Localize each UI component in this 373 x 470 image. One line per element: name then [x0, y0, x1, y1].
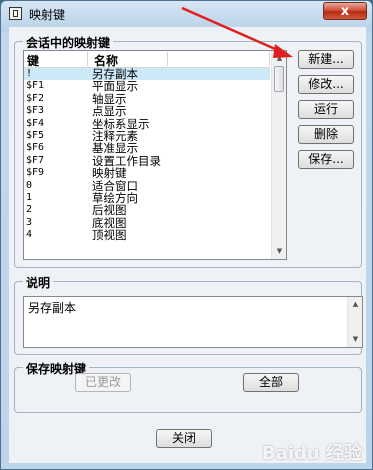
mapkey-key: $F2 [26, 92, 45, 104]
mapkey-key: 4 [26, 229, 33, 241]
close-button[interactable]: 关闭 [156, 429, 212, 448]
window-title: 映射键 [29, 8, 66, 22]
dialog-body: 会话中的映射键 键 名称 ! 另存副本 $F1 平面显示 $F2 轴显示 $F3 点显示 $F4… [9, 27, 366, 463]
column-header-key[interactable]: 键 [24, 52, 88, 68]
list-rows: ! 另存副本 $F1 平面显示 $F2 轴显示 $F3 点显示 $F4 坐标系显示 $F5 注释元素 $… [24, 68, 270, 241]
session-mapkeys-legend: 会话中的映射键 [23, 34, 114, 51]
list-item[interactable]: 3 底视图 [24, 216, 270, 229]
save-mapkeys-group: 保存映射键 [14, 360, 362, 413]
delete-button[interactable]: 删除 [298, 125, 354, 144]
save-button[interactable]: 保存... [298, 150, 354, 169]
app-icon [9, 7, 22, 20]
description-text: 另存副本 [28, 301, 77, 315]
mapkey-name: 基准显示 [92, 141, 138, 156]
column-header-extra[interactable] [168, 52, 270, 66]
mapkey-key: $F9 [26, 167, 45, 179]
mapkey-key: 3 [26, 216, 33, 228]
scroll-thumb[interactable] [274, 66, 284, 92]
list-item[interactable]: ! 另存副本 [24, 68, 270, 80]
mapkey-name: 平面显示 [92, 79, 138, 94]
list-item[interactable]: $F2 轴显示 [24, 92, 270, 105]
mapkey-key: 1 [26, 191, 33, 203]
description-legend: 说明 [23, 274, 54, 291]
description-scrollbar[interactable]: ▲ ▼ [347, 297, 362, 347]
mapkey-key: $F6 [26, 142, 45, 154]
title-bar: 映射键 x [1, 1, 372, 27]
mapkeys-window: 映射键 x 会话中的映射键 键 名称 ! 另存副本 $F1 平面显示 $F2 轴显示 $F3… [0, 0, 373, 470]
mapkey-key: ! [26, 68, 33, 79]
baidu-watermark: Baidu 经验 [261, 443, 362, 464]
mapkey-key: $F7 [26, 154, 45, 166]
list-item[interactable]: $F7 设置工作目录 [24, 154, 270, 167]
all-button[interactable]: 全部 [243, 373, 299, 392]
modify-button[interactable]: 修改... [298, 75, 354, 94]
list-item[interactable]: 4 顶视图 [24, 228, 270, 243]
column-header-name[interactable]: 名称 [88, 52, 168, 68]
mapkey-key: $F4 [26, 117, 45, 129]
new-button[interactable]: 新建... [298, 50, 354, 69]
close-window-button[interactable]: x [323, 2, 367, 20]
list-item[interactable]: $F4 坐标系显示 [24, 117, 270, 130]
mapkey-name: 映射键 [92, 166, 127, 181]
mapkey-key: $F3 [26, 105, 45, 117]
mapkey-key: $F5 [26, 129, 45, 141]
mapkey-key: 2 [26, 204, 33, 216]
list-item[interactable]: 1 草绘方向 [24, 191, 270, 204]
list-item[interactable]: 0 适合窗口 [24, 179, 270, 192]
scroll-down-icon[interactable]: ▼ [273, 245, 286, 258]
list-item[interactable]: $F3 点显示 [24, 104, 270, 119]
list-item[interactable]: $F6 基准显示 [24, 141, 270, 156]
desc-scroll-down-icon[interactable]: ▼ [349, 333, 362, 346]
run-button[interactable]: 运行 [298, 100, 354, 119]
scroll-up-icon[interactable]: ▲ [273, 52, 286, 65]
list-item[interactable]: 2 后视图 [24, 203, 270, 218]
mapkey-key: 0 [26, 179, 33, 191]
desc-scroll-up-icon[interactable]: ▲ [349, 298, 362, 311]
list-item[interactable]: $F5 注释元素 [24, 129, 270, 143]
mapkey-key: $F1 [26, 80, 45, 92]
mapkey-name: 点显示 [92, 104, 127, 119]
description-box[interactable]: 另存副本 ▲ ▼ [23, 296, 363, 348]
list-item[interactable]: $F9 映射键 [24, 166, 270, 181]
mapkeys-list[interactable]: 键 名称 ! 另存副本 $F1 平面显示 $F2 轴显示 $F3 点显示 $F4 坐标系显示 $F5… [23, 50, 287, 260]
list-vertical-scrollbar[interactable]: ▲ ▼ [271, 51, 286, 259]
changed-button[interactable]: 已更改 [75, 373, 131, 392]
mapkey-name: 后视图 [92, 203, 127, 218]
mapkey-name: 顶视图 [92, 228, 127, 243]
list-header: 键 名称 [24, 51, 270, 68]
list-item[interactable]: $F1 平面显示 [24, 79, 270, 94]
